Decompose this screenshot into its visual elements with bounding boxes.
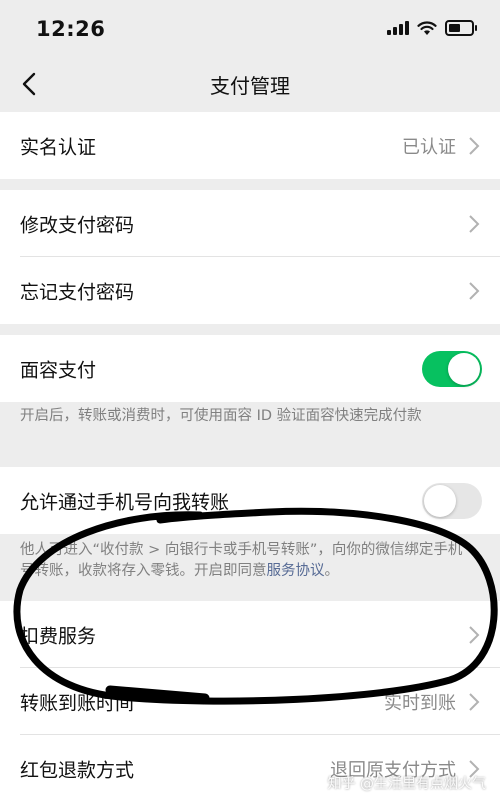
service-agreement-link[interactable]: 服务协议 <box>267 563 325 579</box>
forgot-password-row[interactable]: 忘记支付密码 <box>0 257 500 324</box>
status-time: 12:26 <box>36 17 106 41</box>
change-password-row[interactable]: 修改支付密码 <box>0 190 500 257</box>
chevron-right-icon <box>469 281 480 300</box>
arrival-time-value: 实时到账 <box>384 692 456 714</box>
arrival-time-label: 转账到账时间 <box>20 692 135 714</box>
phone-transfer-description: 他人可进入“收付款 > 向银行卡或手机号转账”，向你的微信绑定手机号转账，收款将… <box>20 540 476 582</box>
description-period: 。 <box>324 563 340 579</box>
watermark: 知乎 @生活里有点烟火气 <box>327 776 486 792</box>
status-icons <box>387 20 477 36</box>
chevron-right-icon <box>469 625 480 644</box>
battery-icon <box>445 20 477 36</box>
status-bar: 12:26 <box>0 0 500 58</box>
chevron-right-icon <box>469 136 480 155</box>
deduction-service-row[interactable]: 扣费服务 <box>0 601 500 668</box>
face-pay-toggle[interactable] <box>422 350 482 387</box>
chevron-right-icon <box>469 692 480 711</box>
arrival-time-row[interactable]: 转账到账时间 实时到账 <box>0 668 500 735</box>
toggle-knob <box>448 352 480 385</box>
forgot-password-label: 忘记支付密码 <box>20 281 135 303</box>
real-name-label: 实名认证 <box>20 136 97 158</box>
phone-transfer-row: 允许通过手机号向我转账 <box>0 467 500 534</box>
phone-transfer-description-text: 他人可进入“收付款 > 向银行卡或手机号转账”，向你的微信绑定手机号转账，收款将… <box>20 542 463 579</box>
chevron-right-icon <box>469 214 480 233</box>
real-name-status: 已认证 <box>402 136 456 158</box>
face-pay-label: 面容支付 <box>20 359 97 381</box>
change-password-label: 修改支付密码 <box>20 214 135 236</box>
phone-transfer-label: 允许通过手机号向我转账 <box>20 491 230 513</box>
phone-transfer-toggle[interactable] <box>422 482 482 519</box>
cellular-signal-icon <box>387 21 409 35</box>
nav-bar: 支付管理 <box>0 58 500 112</box>
wifi-icon <box>417 20 437 35</box>
refund-method-label: 红包退款方式 <box>20 759 135 782</box>
deduction-service-label: 扣费服务 <box>20 625 97 647</box>
page-title: 支付管理 <box>210 74 290 98</box>
real-name-row[interactable]: 实名认证 已认证 <box>0 112 500 179</box>
face-pay-row: 面容支付 <box>0 335 500 402</box>
toggle-knob <box>424 484 456 517</box>
face-pay-description: 开启后，转账或消费时，可使用面容 ID 验证面容快速完成付款 <box>20 408 422 424</box>
